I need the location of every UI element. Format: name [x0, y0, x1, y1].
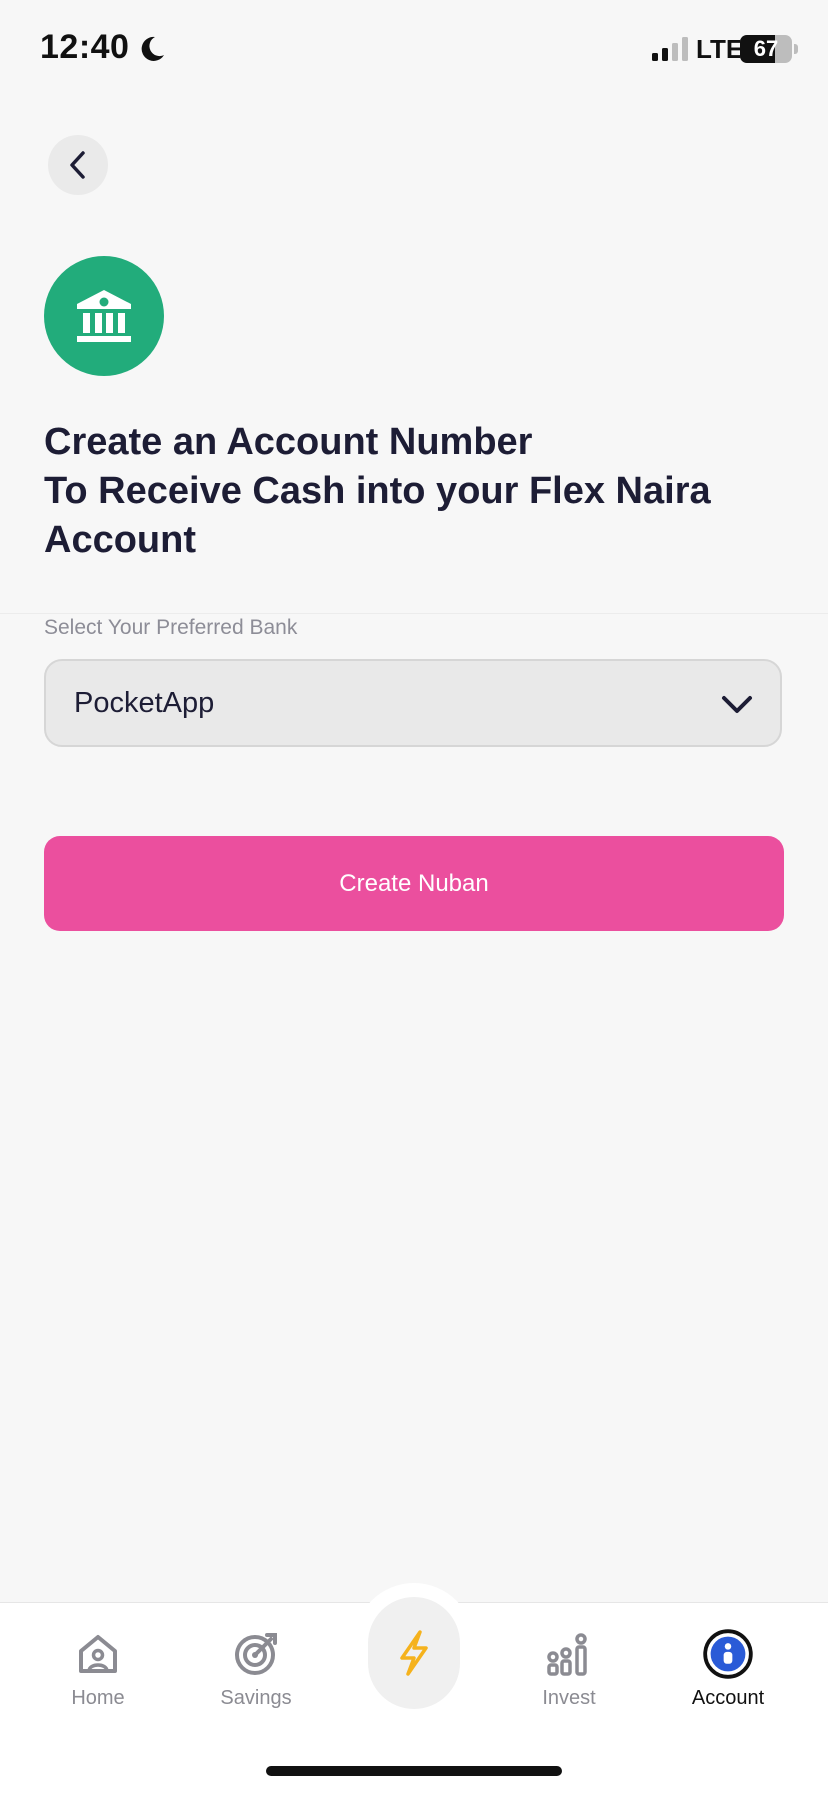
home-icon — [79, 1635, 117, 1673]
target-icon — [235, 1633, 277, 1675]
nav-item-invest[interactable]: Invest — [499, 1625, 639, 1725]
quick-action-button[interactable] — [368, 1597, 460, 1709]
page-title: Create an Account Number To Receive Cash… — [44, 418, 764, 565]
title-line-3: Account — [44, 519, 196, 561]
bank-select-value: PocketApp — [74, 687, 215, 719]
status-time: 12:40 — [40, 28, 130, 66]
bottom-nav: Home Savings Invest Account — [0, 1583, 828, 1793]
network-type: LTE — [696, 34, 744, 64]
bank-icon — [77, 290, 131, 342]
back-button[interactable] — [48, 135, 108, 195]
title-line-1: Create an Account Number — [44, 421, 533, 463]
bank-badge — [44, 256, 164, 376]
nav-label-home: Home — [71, 1687, 125, 1709]
lightning-icon — [400, 1630, 428, 1676]
invest-icon — [547, 1633, 587, 1676]
signal-icon — [652, 37, 688, 61]
chevron-down-icon — [722, 696, 752, 713]
status-bar: 12:40 LTE 67 — [0, 0, 828, 100]
battery-percentage: 67 — [753, 36, 779, 61]
section-divider — [0, 613, 828, 614]
battery-tip — [794, 44, 798, 54]
battery-icon: 67 — [740, 35, 792, 63]
bank-select-label: Select Your Preferred Bank — [44, 616, 298, 639]
nav-label-account: Account — [691, 1687, 765, 1709]
home-indicator — [266, 1766, 562, 1776]
nav-item-savings[interactable]: Savings — [186, 1625, 326, 1725]
create-nuban-button[interactable]: Create Nuban — [44, 836, 784, 931]
moon-icon — [141, 36, 164, 61]
nav-item-home[interactable]: Home — [28, 1625, 168, 1725]
nav-label-invest: Invest — [542, 1687, 596, 1709]
title-line-2: To Receive Cash into your Flex Naira — [44, 470, 711, 512]
bank-select-dropdown[interactable]: PocketApp — [44, 659, 782, 747]
account-icon — [703, 1629, 753, 1679]
nav-item-account[interactable]: Account — [658, 1625, 798, 1725]
chevron-left-icon — [70, 151, 85, 179]
nav-label-savings: Savings — [220, 1687, 292, 1709]
